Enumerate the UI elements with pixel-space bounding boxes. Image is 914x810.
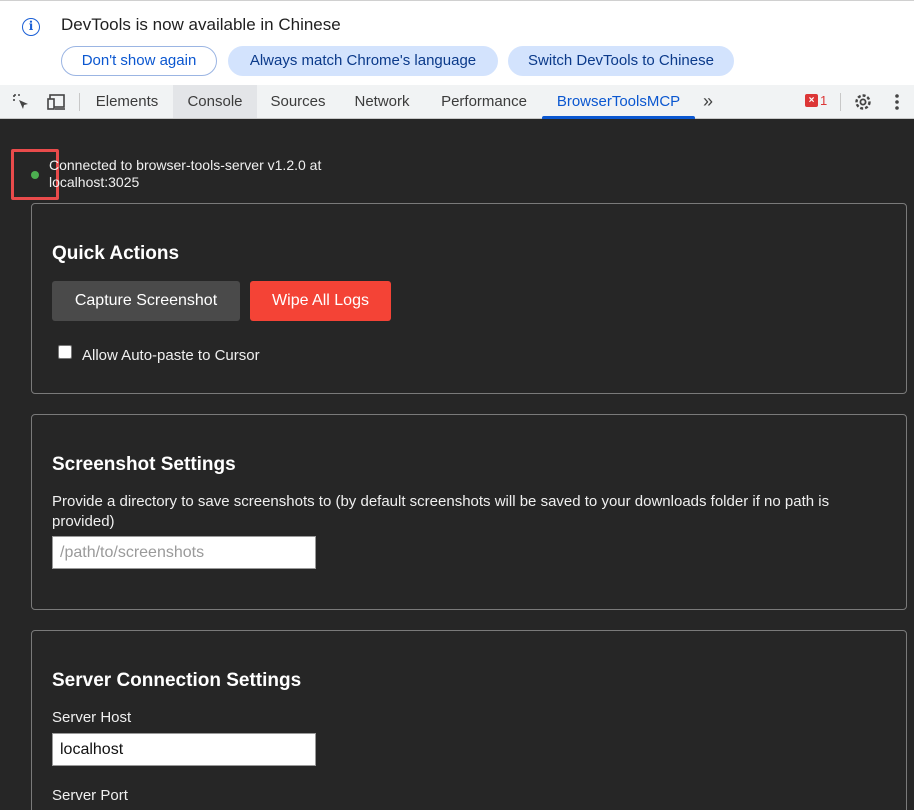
capture-screenshot-button[interactable]: Capture Screenshot bbox=[52, 281, 240, 321]
switch-to-chinese-button[interactable]: Switch DevTools to Chinese bbox=[508, 46, 734, 76]
screenshot-settings-card: Screenshot Settings Provide a directory … bbox=[31, 414, 907, 610]
info-icon: i bbox=[22, 18, 40, 36]
server-settings-card: Server Connection Settings Server Host S… bbox=[31, 630, 907, 810]
screenshot-settings-description: Provide a directory to save screenshots … bbox=[52, 493, 830, 530]
quick-actions-card: Quick Actions Capture Screenshot Wipe Al… bbox=[31, 203, 907, 394]
toolbar-separator bbox=[840, 93, 841, 111]
more-options-icon[interactable] bbox=[891, 93, 903, 111]
wipe-all-logs-button[interactable]: Wipe All Logs bbox=[250, 281, 391, 321]
devtools-toolbar: Elements Console Sources Network Perform… bbox=[0, 85, 914, 119]
error-icon[interactable]: × bbox=[805, 94, 818, 107]
language-infobar: i DevTools is now available in Chinese D… bbox=[0, 0, 914, 85]
tab-browsertoolsmcp[interactable]: BrowserToolsMCP bbox=[542, 85, 695, 119]
tab-elements[interactable]: Elements bbox=[85, 85, 169, 118]
screenshot-settings-title: Screenshot Settings bbox=[52, 454, 236, 475]
connection-status-text: Connected to browser-tools-server v1.2.0… bbox=[49, 157, 322, 190]
server-port-label: Server Port bbox=[52, 787, 128, 804]
tab-performance[interactable]: Performance bbox=[428, 85, 540, 118]
infobar-message: DevTools is now available in Chinese bbox=[61, 15, 341, 34]
tab-sources[interactable]: Sources bbox=[260, 85, 336, 118]
server-host-label: Server Host bbox=[52, 709, 132, 726]
device-toolbar-icon[interactable] bbox=[47, 93, 67, 111]
more-tabs-icon[interactable]: » bbox=[697, 85, 719, 118]
always-match-language-button[interactable]: Always match Chrome's language bbox=[228, 46, 498, 76]
error-count[interactable]: 1 bbox=[820, 93, 827, 108]
server-settings-title: Server Connection Settings bbox=[52, 670, 302, 691]
tab-console[interactable]: Console bbox=[173, 85, 257, 118]
screenshot-path-input[interactable] bbox=[52, 536, 316, 569]
auto-paste-checkbox[interactable] bbox=[58, 345, 72, 359]
quick-actions-title: Quick Actions bbox=[52, 243, 180, 264]
server-host-input[interactable] bbox=[52, 733, 316, 766]
toolbar-separator bbox=[79, 93, 80, 111]
auto-paste-label: Allow Auto-paste to Cursor bbox=[82, 347, 260, 364]
settings-gear-icon[interactable] bbox=[853, 92, 873, 112]
dont-show-again-button[interactable]: Don't show again bbox=[61, 46, 217, 76]
inspect-element-icon[interactable] bbox=[12, 93, 30, 111]
tab-network[interactable]: Network bbox=[341, 85, 423, 118]
